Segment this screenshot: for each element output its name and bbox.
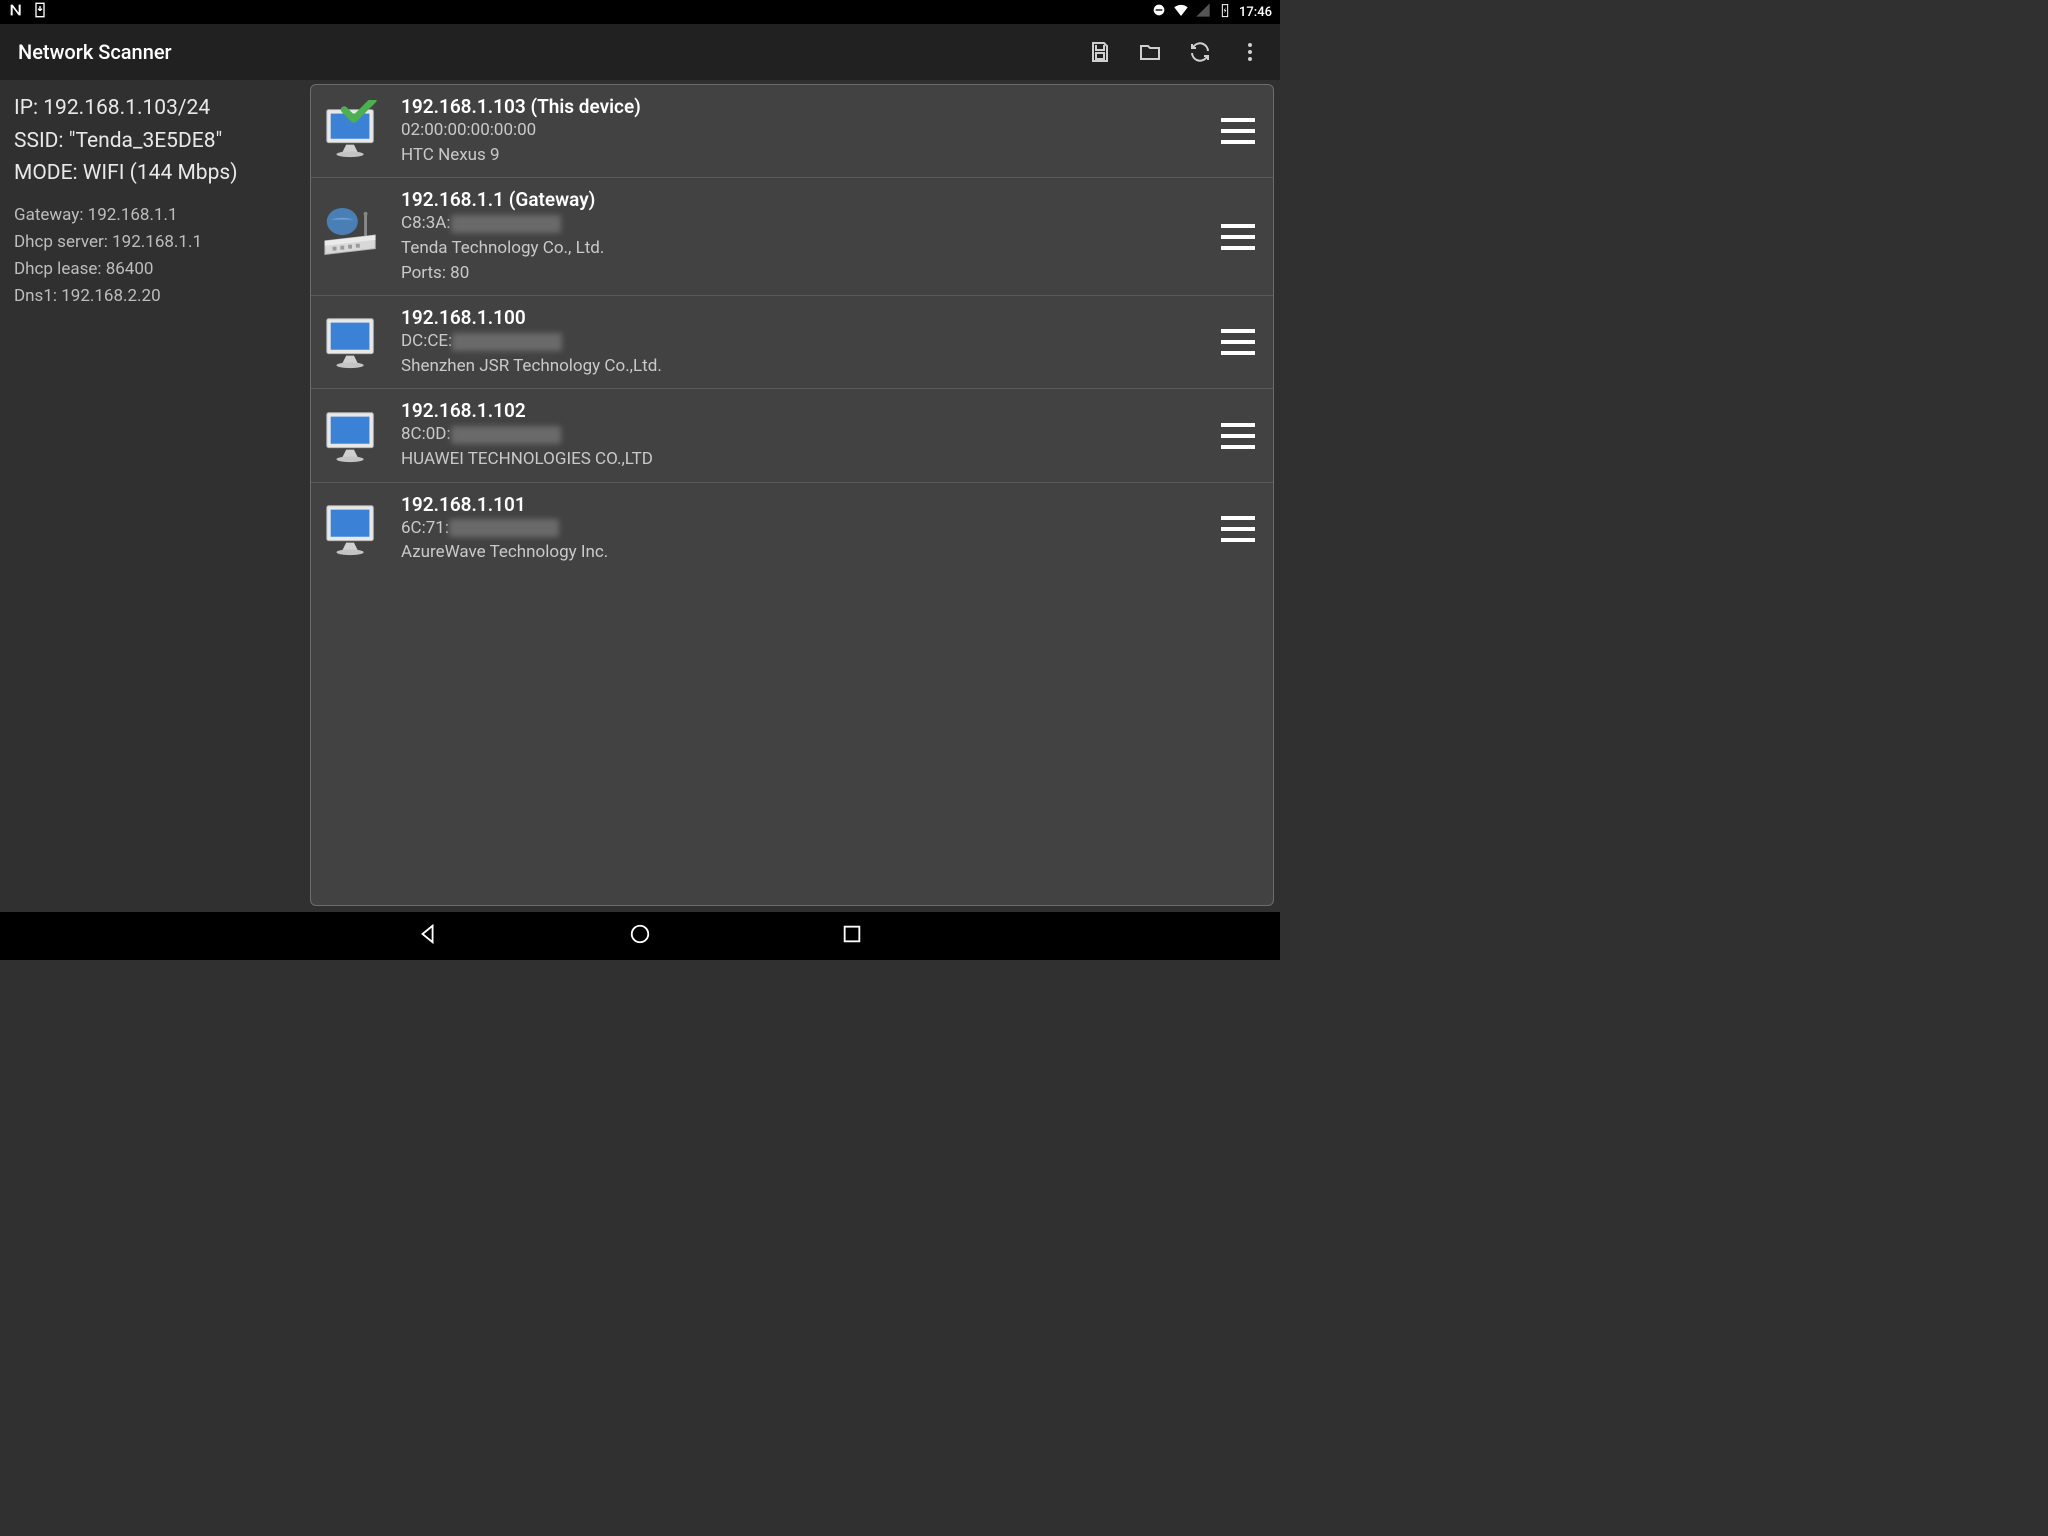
mac-blurred [451,215,561,233]
home-button[interactable] [629,923,651,949]
device-title: 192.168.1.100 [401,306,1203,329]
device-menu-button[interactable] [1221,118,1255,144]
battery-charging-icon [1217,2,1233,22]
refresh-button[interactable] [1188,40,1212,64]
signal-icon [1195,2,1211,22]
router-icon [321,206,383,268]
monitor-icon [321,311,383,373]
device-row[interactable]: 192.168.1.1016C:71:AzureWave Technology … [311,483,1273,575]
status-time: 17:46 [1239,5,1272,20]
device-vendor: HTC Nexus 9 [401,143,1203,168]
monitor-icon [321,405,383,467]
ssid-line: SSID: "Tenda_3E5DE8" [14,125,296,158]
monitor-check-icon [321,100,383,162]
gateway-line: Gateway: 192.168.1.1 [14,202,296,229]
mac-blurred [452,333,562,351]
mac-blurred [449,519,559,537]
device-title: 192.168.1.1 (Gateway) [401,188,1203,211]
device-menu-button[interactable] [1221,516,1255,542]
device-list: 192.168.1.103 (This device)02:00:00:00:0… [310,84,1274,906]
mac-prefix: 8C:0D: [401,422,451,447]
device-row[interactable]: 192.168.1.1 (Gateway)C8:3A:Tenda Technol… [311,178,1273,296]
status-bar: 17:46 [0,0,1280,24]
device-row[interactable]: 192.168.1.100DC:CE:Shenzhen JSR Technolo… [311,296,1273,389]
device-row[interactable]: 192.168.1.103 (This device)02:00:00:00:0… [311,85,1273,178]
save-button[interactable] [1088,40,1112,64]
mac-blurred [451,426,561,444]
app-bar: Network Scanner [0,24,1280,80]
device-title: 192.168.1.103 (This device) [401,95,1203,118]
recent-apps-button[interactable] [841,923,863,949]
device-ports: Ports: 80 [401,261,1203,286]
mac-prefix: C8:3A: [401,211,451,236]
dns1-line: Dns1: 192.168.2.20 [14,283,296,310]
mac-prefix: 6C:71: [401,516,449,541]
mac-prefix: DC:CE: [401,329,452,354]
device-vendor: AzureWave Technology Inc. [401,540,1203,565]
ip-line: IP: 192.168.1.103/24 [14,92,296,125]
app-title: Network Scanner [18,40,172,64]
mode-line: MODE: WIFI (144 Mbps) [14,157,296,190]
device-title: 192.168.1.101 [401,493,1203,516]
dhcp-lease-line: Dhcp lease: 86400 [14,256,296,283]
dnd-icon [1151,2,1167,22]
monitor-icon [321,498,383,560]
dhcp-server-line: Dhcp server: 192.168.1.1 [14,229,296,256]
open-folder-button[interactable] [1138,40,1162,64]
n-icon [8,2,24,22]
back-button[interactable] [417,923,439,949]
device-vendor: HUAWEI TECHNOLOGIES CO.,LTD [401,447,1203,472]
wifi-icon [1173,2,1189,22]
device-menu-button[interactable] [1221,224,1255,250]
mac-address: 02:00:00:00:00:00 [401,118,536,143]
device-menu-button[interactable] [1221,423,1255,449]
device-vendor: Tenda Technology Co., Ltd. [401,236,1203,261]
device-menu-button[interactable] [1221,329,1255,355]
download-icon [32,2,48,22]
network-info-panel: IP: 192.168.1.103/24 SSID: "Tenda_3E5DE8… [0,80,310,912]
device-row[interactable]: 192.168.1.1028C:0D:HUAWEI TECHNOLOGIES C… [311,389,1273,482]
device-vendor: Shenzhen JSR Technology Co.,Ltd. [401,354,1203,379]
android-nav-bar [0,912,1280,960]
overflow-menu-button[interactable] [1238,40,1262,64]
device-title: 192.168.1.102 [401,399,1203,422]
